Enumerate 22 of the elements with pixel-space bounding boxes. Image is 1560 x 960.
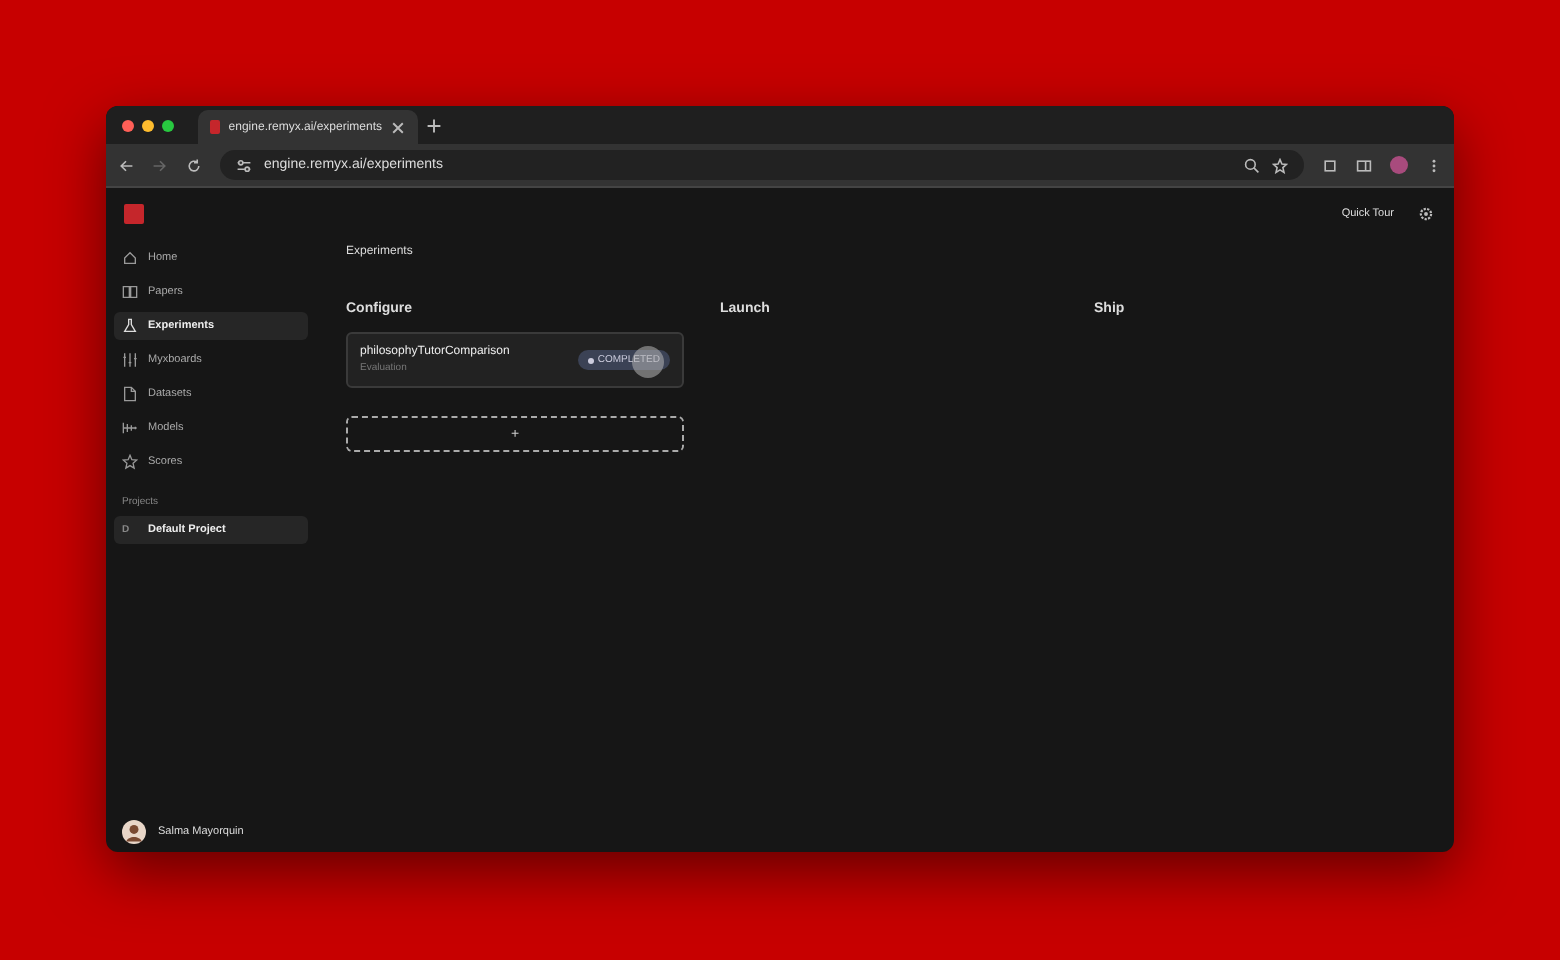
close-window-button[interactable]: [122, 119, 134, 131]
profile-avatar[interactable]: [1390, 156, 1408, 174]
favicon-icon: [210, 120, 221, 134]
new-tab-icon[interactable]: [426, 117, 442, 133]
book-icon: [122, 284, 138, 300]
home-icon: [122, 250, 138, 266]
user-avatar[interactable]: [122, 820, 146, 844]
bookmark-star-icon[interactable]: [1272, 157, 1288, 173]
gear-icon[interactable]: [1418, 206, 1434, 222]
sliders-icon: [122, 352, 138, 368]
file-icon: [122, 386, 138, 402]
star-icon: [122, 454, 138, 470]
back-icon[interactable]: [118, 157, 134, 173]
extensions-icon[interactable]: [1322, 157, 1338, 173]
zoom-icon[interactable]: [1244, 157, 1260, 173]
reload-icon[interactable]: [186, 157, 202, 173]
side-panel-icon[interactable]: [1356, 157, 1372, 173]
flask-icon: [122, 318, 138, 334]
minimize-window-button[interactable]: [142, 119, 154, 131]
maximize-window-button[interactable]: [162, 119, 174, 131]
close-icon[interactable]: [390, 119, 406, 135]
site-settings-icon[interactable]: [236, 157, 252, 173]
